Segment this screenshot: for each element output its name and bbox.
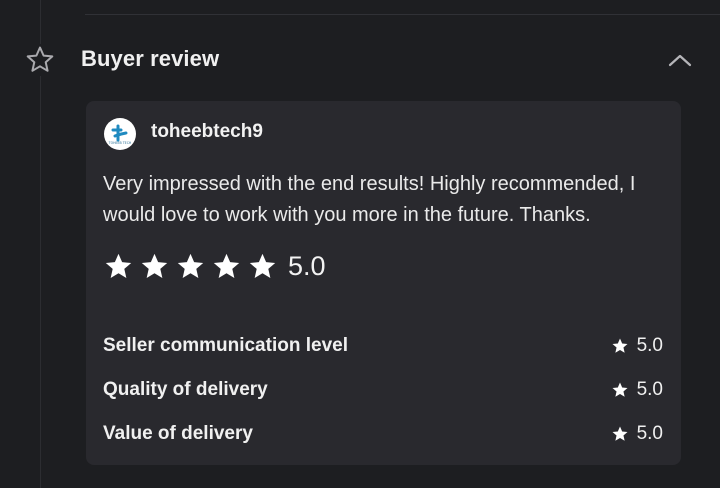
criteria-score: 5.0	[611, 423, 663, 445]
star-icon	[105, 253, 132, 278]
criteria-row: Value of delivery 5.0	[103, 421, 663, 447]
criteria-score: 5.0	[611, 335, 663, 357]
star-icon	[612, 426, 628, 441]
chevron-up-icon	[668, 54, 692, 67]
criteria-score: 5.0	[611, 379, 663, 401]
avatar[interactable]: TOHEEB TECH	[104, 118, 136, 150]
star-icon	[213, 253, 240, 278]
overall-score: 5.0	[288, 251, 326, 281]
review-card: TOHEEB TECH toheebtech9 Very impressed w…	[86, 101, 681, 465]
criteria-score-value: 5.0	[636, 379, 663, 400]
criteria-label: Seller communication level	[103, 335, 348, 356]
review-text: Very impressed with the end results! Hig…	[103, 173, 636, 226]
criteria-label: Value of delivery	[103, 423, 253, 444]
star-icon	[177, 253, 204, 278]
criteria-row: Quality of delivery 5.0	[103, 377, 663, 403]
criteria-row: Seller communication level 5.0	[103, 333, 663, 359]
section-title: Buyer review	[81, 46, 220, 71]
criteria-score-value: 5.0	[636, 335, 663, 356]
collapse-button[interactable]	[664, 48, 696, 72]
overall-rating: 5.0	[104, 249, 326, 283]
criteria-label: Quality of delivery	[103, 379, 268, 400]
criteria-score-value: 5.0	[636, 423, 663, 444]
star-icon	[249, 253, 276, 278]
divider	[85, 14, 720, 15]
star-icon	[141, 253, 168, 278]
star-icon	[612, 338, 628, 353]
star-icon	[612, 382, 628, 397]
reviewer-name[interactable]: toheebtech9	[151, 121, 263, 143]
avatar-caption: TOHEEB TECH	[108, 141, 132, 145]
star-outline-icon	[24, 44, 56, 76]
star-rating	[104, 252, 284, 281]
